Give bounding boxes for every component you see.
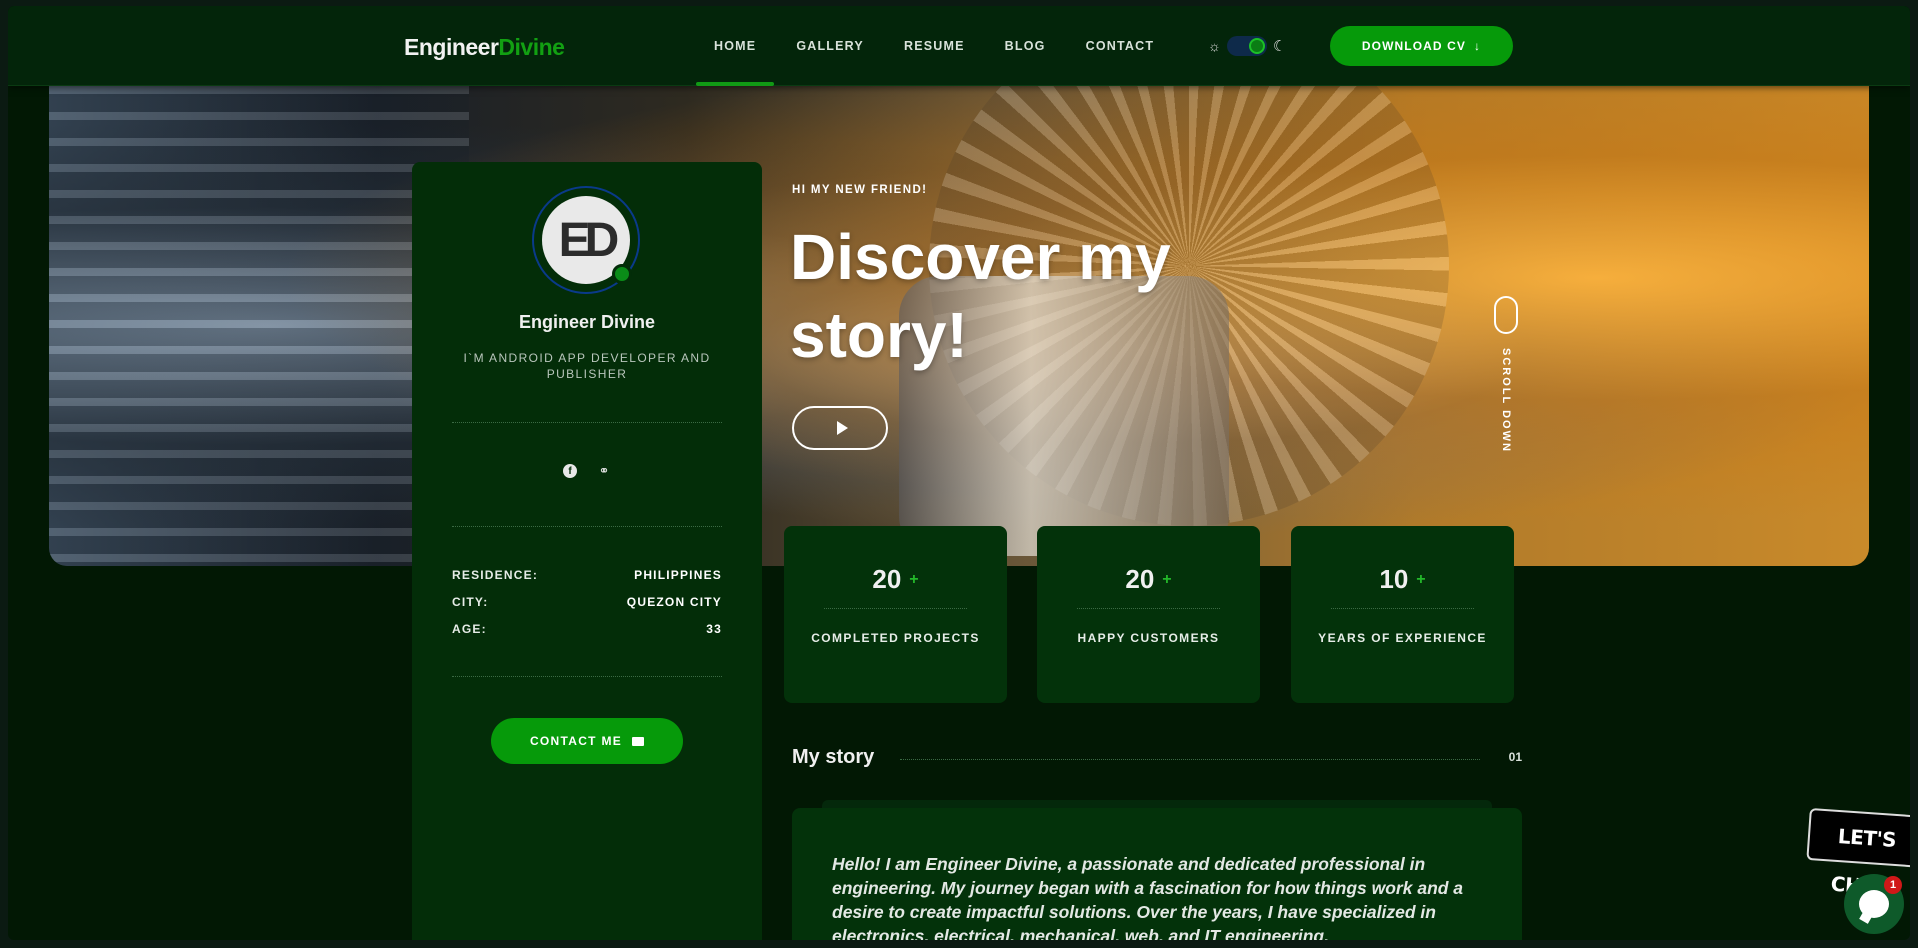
theme-toggle[interactable]	[1226, 36, 1267, 56]
stat-card-customers: 20 + HAPPY CUSTOMERS	[1037, 526, 1260, 703]
site-logo[interactable]: EngineerDivine	[404, 34, 565, 61]
story-heading: My story 01	[792, 746, 1522, 776]
stat-label: YEARS OF EXPERIENCE	[1318, 631, 1487, 645]
story-text: Hello! I am Engineer Divine, a passionat…	[832, 854, 1464, 940]
hero-image-gear-left	[49, 86, 469, 566]
nav-gallery[interactable]: GALLERY	[796, 6, 864, 86]
stat-card-experience: 10 + YEARS OF EXPERIENCE	[1291, 526, 1514, 703]
unread-badge: 1	[1884, 876, 1902, 894]
divider	[900, 759, 1480, 760]
play-video-button[interactable]	[792, 406, 888, 450]
scroll-down-indicator[interactable]: SCROLL DOWN	[1494, 296, 1518, 453]
story-title: My story	[792, 746, 875, 768]
page-frame: EngineerDivine HOME GALLERY RESUME BLOG …	[8, 6, 1910, 940]
play-icon	[836, 421, 848, 435]
download-cv-label: DOWNLOAD CV	[1361, 39, 1466, 53]
chat-icon	[1859, 890, 1889, 918]
divider	[452, 422, 722, 423]
divider	[1331, 608, 1474, 609]
online-status-dot	[612, 264, 632, 284]
divider	[1077, 608, 1220, 609]
stat-suffix: +	[1416, 571, 1426, 588]
profile-card: ED Engineer Divine I`M ANDROID APP DEVEL…	[412, 162, 762, 940]
moon-icon: ☾	[1272, 38, 1287, 55]
info-row-city: CITY: QUEZON CITY	[452, 595, 722, 622]
mouse-icon	[1494, 296, 1518, 334]
info-row-age: AGE: 33	[452, 622, 722, 649]
info-value: 33	[706, 622, 722, 636]
nav-blog[interactable]: BLOG	[1005, 6, 1046, 86]
info-value: QUEZON CITY	[626, 595, 722, 609]
stat-value: 20	[1125, 564, 1155, 594]
info-key: RESIDENCE:	[452, 568, 539, 582]
stat-value: 10	[1379, 564, 1409, 594]
stat-card-projects: 20 + COMPLETED PROJECTS	[784, 526, 1007, 703]
profile-info: RESIDENCE: PHILIPPINES CITY: QUEZON CITY…	[452, 568, 722, 649]
info-key: AGE:	[452, 622, 487, 636]
contact-me-button[interactable]: CONTACT ME	[491, 718, 683, 764]
info-row-residence: RESIDENCE: PHILIPPINES	[452, 568, 722, 595]
arrow-down-icon: ↓	[1473, 39, 1482, 53]
stat-number: 20 +	[1037, 564, 1260, 595]
link-icon[interactable]: ⚭	[597, 463, 611, 478]
facebook-icon[interactable]: f	[563, 464, 577, 478]
story-card: Hello! I am Engineer Divine, a passionat…	[792, 800, 1522, 940]
stat-suffix: +	[1162, 571, 1172, 588]
logo-text-accent: Divine	[498, 34, 565, 60]
divider	[452, 676, 722, 677]
stat-suffix: +	[909, 571, 919, 588]
download-cv-button[interactable]: DOWNLOAD CV ↓	[1330, 26, 1513, 66]
sun-icon: ☼	[1208, 38, 1221, 54]
scroll-down-label: SCROLL DOWN	[1500, 348, 1512, 453]
info-value: PHILIPPINES	[634, 568, 722, 582]
main-nav: HOME GALLERY RESUME BLOG CONTACT	[695, 6, 1194, 86]
stat-number: 10 +	[1291, 564, 1514, 595]
logo-text-main: Engineer	[404, 34, 499, 60]
nav-home[interactable]: HOME	[695, 6, 775, 86]
divider	[452, 526, 722, 527]
envelope-icon	[632, 736, 645, 746]
stat-number: 20 +	[784, 564, 1007, 595]
site-header: EngineerDivine HOME GALLERY RESUME BLOG …	[8, 6, 1910, 86]
info-key: CITY:	[452, 595, 489, 609]
stat-label: COMPLETED PROJECTS	[811, 631, 980, 645]
profile-role: I`M ANDROID APP DEVELOPER AND PUBLISHER	[463, 351, 711, 381]
lets-chat-bubble[interactable]: LET'S CHAT!	[1806, 807, 1910, 900]
avatar-initials: ED	[558, 213, 620, 267]
contact-me-label: CONTACT ME	[529, 734, 623, 748]
hero-title: Discover my story!	[790, 221, 1171, 371]
hero-kicker: HI MY NEW FRIEND!	[792, 184, 928, 196]
theme-switcher: ☼ ☾	[1208, 36, 1286, 56]
social-links: f ⚭	[412, 463, 762, 478]
nav-resume[interactable]: RESUME	[904, 6, 965, 86]
story-number: 01	[1508, 750, 1522, 764]
stat-label: HAPPY CUSTOMERS	[1077, 631, 1220, 645]
toggle-knob	[1248, 38, 1265, 54]
divider	[824, 608, 967, 609]
profile-name: Engineer Divine	[518, 312, 656, 332]
stat-value: 20	[872, 564, 902, 594]
nav-contact[interactable]: CONTACT	[1086, 6, 1155, 86]
